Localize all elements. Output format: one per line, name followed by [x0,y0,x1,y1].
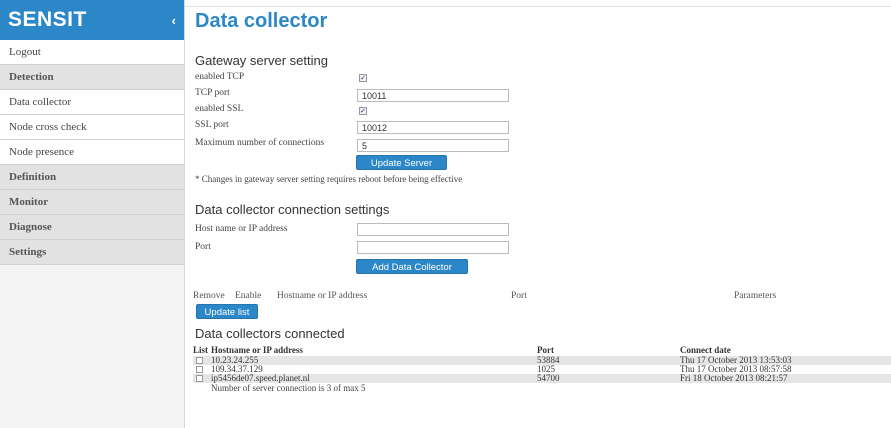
ssl-port-input[interactable] [357,121,509,134]
gateway-heading: Gateway server setting [195,53,328,68]
host-input[interactable] [357,223,509,236]
ssl-port-label: SSL port [195,120,229,130]
row-checkbox[interactable] [196,375,203,382]
sidebar-item-node-cross-check[interactable]: Node cross check [0,115,184,140]
main-content: Data collector Gateway server setting en… [193,0,891,428]
add-data-collector-button[interactable]: Add Data Collector [356,259,468,274]
row-checkbox[interactable] [196,357,203,364]
row-checkbox[interactable] [196,366,203,373]
sidebar-item-node-presence[interactable]: Node presence [0,140,184,165]
row-host: ip5456de07.speed.planet.nl [211,373,310,383]
connection-count-footer: Number of server connection is 3 of max … [211,383,366,393]
connection-heading: Data collector connection settings [195,202,390,217]
max-connections-input[interactable] [357,139,509,152]
page-title: Data collector [195,10,328,32]
update-server-button[interactable]: Update Server [356,155,447,170]
enabled-ssl-checkbox[interactable]: ✓ [359,107,367,115]
list-col-params: Parameters [734,291,777,301]
enabled-tcp-checkbox[interactable]: ✓ [359,74,367,82]
tcp-port-label: TCP port [195,88,230,98]
connected-col-list: List [193,345,209,355]
port-label: Port [195,242,211,252]
sidebar: SENSIT ‹ Logout Detection Data collector… [0,0,185,428]
port-input[interactable] [357,241,509,254]
connected-col-port: Port [537,345,554,355]
gateway-reboot-note: * Changes in gateway server setting requ… [195,174,463,184]
sidebar-section-detection[interactable]: Detection [0,65,184,90]
list-col-remove: Remove [193,291,225,301]
connected-row: ip5456de07.speed.planet.nl 54700 Fri 18 … [193,373,891,383]
connected-col-date: Connect date [680,345,731,355]
connected-heading: Data collectors connected [195,326,345,341]
enabled-tcp-label: enabled TCP [195,72,245,82]
sidebar-item-logout[interactable]: Logout [0,40,184,65]
sidebar-section-monitor[interactable]: Monitor [0,190,184,215]
tcp-port-input[interactable] [357,89,509,102]
row-port: 54700 [537,373,560,383]
sidebar-section-settings[interactable]: Settings [0,240,184,265]
list-col-host: Hostname or IP address [277,291,368,301]
sidebar-item-data-collector[interactable]: Data collector [0,90,184,115]
chevron-left-icon[interactable]: ‹ [172,13,176,28]
brand-name: SENSIT [8,8,87,31]
row-date: Fri 18 October 2013 08:21:57 [680,373,788,383]
brand-bar: SENSIT ‹ [0,0,184,40]
host-label: Host name or IP address [195,224,288,234]
max-connections-label: Maximum number of connections [195,138,325,148]
list-col-port: Port [511,291,527,301]
sidebar-section-definition[interactable]: Definition [0,165,184,190]
list-col-enable: Enable [235,291,262,301]
connected-col-host: Hostname or IP address [211,345,303,355]
update-list-button[interactable]: Update list [196,304,258,319]
enabled-ssl-label: enabled SSL [195,104,244,114]
sidebar-section-diagnose[interactable]: Diagnose [0,215,184,240]
